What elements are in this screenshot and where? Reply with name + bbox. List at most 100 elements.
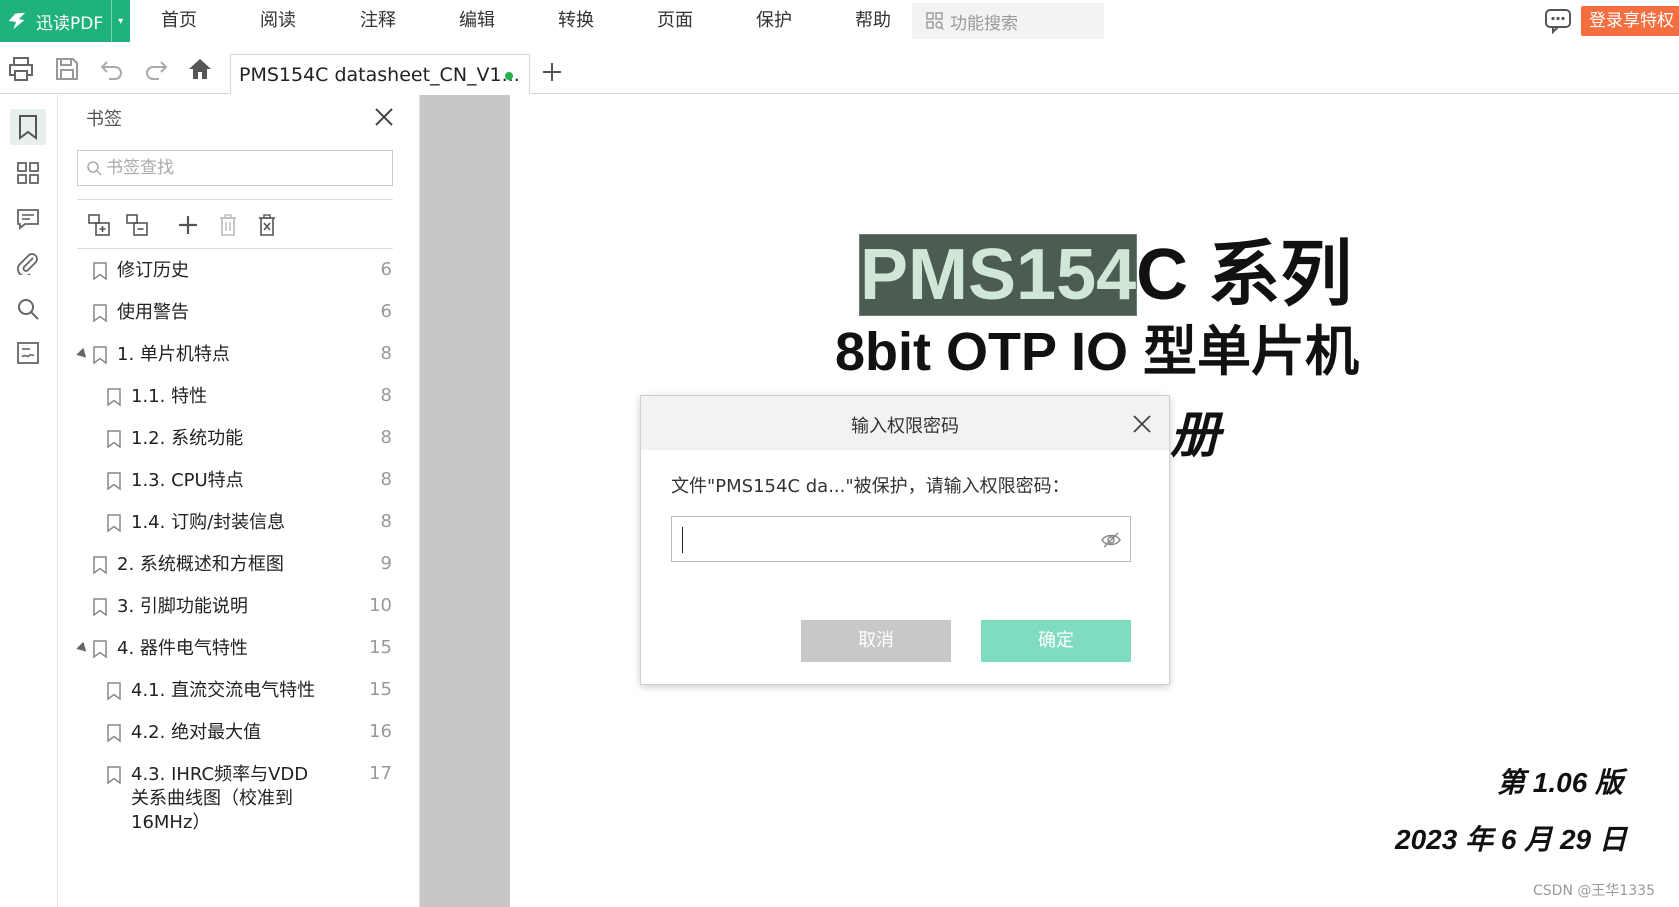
- search-icon: [87, 161, 102, 176]
- menu-bar: 迅读PDF ▾ 首页 阅读 注释 编辑 转换 页面 保护 帮助 功能搜索 登录享…: [0, 0, 1679, 42]
- bookmark-label: 1.3. CPU特点: [131, 470, 244, 491]
- bookmark-item[interactable]: 4.1. 直流交流电气特性 15: [58, 670, 418, 712]
- expand-arrow-icon[interactable]: [76, 347, 90, 362]
- confirm-button[interactable]: 确定: [981, 620, 1131, 662]
- bookmark-icon: [93, 304, 107, 323]
- bookmark-item[interactable]: 4. 器件电气特性 15: [58, 628, 418, 670]
- redo-icon[interactable]: [143, 56, 169, 82]
- bookmark-panel-icon[interactable]: [10, 109, 46, 145]
- password-dialog: 输入权限密码 文件"PMS154C da..."被保护，请输入权限密码： 取消 …: [641, 396, 1169, 684]
- chat-icon[interactable]: [1544, 8, 1572, 34]
- brand-menu-button[interactable]: 迅读PDF ▾: [0, 0, 130, 42]
- bookmark-search-input[interactable]: [106, 158, 376, 178]
- bookmark-icon: [93, 640, 107, 659]
- home-icon[interactable]: [187, 56, 213, 82]
- chevron-down-icon: ▾: [111, 0, 123, 42]
- cancel-button[interactable]: 取消: [801, 620, 951, 662]
- divider: [77, 199, 393, 200]
- close-icon[interactable]: [372, 105, 396, 129]
- panel-title: 书签: [86, 109, 122, 130]
- bookmark-icon: [107, 430, 121, 449]
- bookmark-page-number: 15: [369, 637, 392, 658]
- login-button[interactable]: 登录享特权: [1581, 6, 1679, 36]
- expand-arrow-icon[interactable]: [76, 641, 90, 656]
- menu-protect[interactable]: 保护: [756, 0, 792, 42]
- function-search-input[interactable]: 功能搜索: [912, 3, 1104, 39]
- bookmark-icon: [107, 472, 121, 491]
- password-input[interactable]: [680, 525, 1090, 553]
- grid-search-icon: [926, 12, 944, 30]
- document-version: 第 1.06 版: [1497, 767, 1624, 798]
- menu-convert[interactable]: 转换: [558, 0, 594, 42]
- bookmark-item[interactable]: 使用警告 6: [58, 292, 418, 334]
- menu-edit[interactable]: 编辑: [459, 0, 495, 42]
- bookmark-label: 3. 引脚功能说明: [117, 596, 248, 617]
- bookmark-label: 1. 单片机特点: [117, 344, 230, 365]
- bookmark-icon: [93, 262, 107, 281]
- bookmark-page-number: 9: [380, 553, 392, 574]
- signature-icon[interactable]: [10, 335, 46, 371]
- bookmark-item[interactable]: 1.2. 系统功能 8: [58, 418, 418, 460]
- bookmark-label: 4.1. 直流交流电气特性: [131, 680, 316, 701]
- bookmark-icon: [107, 766, 121, 785]
- bookmark-item[interactable]: 4.3. IHRC频率与VDD关系曲线图（校准到16MHz） 17: [58, 754, 418, 838]
- menu-read[interactable]: 阅读: [260, 0, 296, 42]
- toolbar: PMS154C datasheet_CN_V1...: [0, 42, 1679, 94]
- attachment-icon[interactable]: [10, 245, 46, 281]
- thumbnails-icon[interactable]: [10, 155, 46, 191]
- sidebar-rail: [0, 95, 58, 907]
- bookmark-item[interactable]: 2. 系统概述和方框图 9: [58, 544, 418, 586]
- bookmark-label: 2. 系统概述和方框图: [117, 554, 284, 575]
- clear-bookmarks-icon[interactable]: [254, 212, 280, 238]
- bookmark-icon: [93, 346, 107, 365]
- delete-bookmark-icon[interactable]: [215, 212, 241, 238]
- tab-document[interactable]: PMS154C datasheet_CN_V1...: [230, 54, 530, 94]
- close-icon[interactable]: [1131, 413, 1153, 435]
- bookmark-page-number: 6: [380, 301, 392, 322]
- bookmark-item[interactable]: 3. 引脚功能说明 10: [58, 586, 418, 628]
- bookmark-icon: [107, 724, 121, 743]
- bookmark-search-field[interactable]: [77, 150, 393, 186]
- add-bookmark-icon[interactable]: [175, 212, 201, 238]
- divider: [77, 248, 393, 249]
- remove-child-bookmark-icon[interactable]: [124, 212, 150, 238]
- bookmark-page-number: 15: [369, 679, 392, 700]
- document-subtitle: 8bit OTP IO 型单片机: [835, 322, 1360, 382]
- comments-icon[interactable]: [10, 201, 46, 237]
- bookmark-page-number: 8: [380, 427, 392, 448]
- bookmark-label: 4. 器件电气特性: [117, 638, 248, 659]
- document-subtitle-2: 册: [1170, 407, 1220, 463]
- tab-title: PMS154C datasheet_CN_V1...: [239, 63, 520, 86]
- bookmark-label: 4.2. 绝对最大值: [131, 722, 262, 743]
- bookmark-item[interactable]: 1. 单片机特点 8: [58, 334, 418, 376]
- bookmark-icon: [107, 388, 121, 407]
- hide-password-icon[interactable]: [1100, 529, 1122, 551]
- bookmark-label: 使用警告: [117, 302, 189, 323]
- undo-icon[interactable]: [99, 56, 125, 82]
- save-icon[interactable]: [54, 56, 80, 82]
- bookmark-item[interactable]: 1.4. 订购/封装信息 8: [58, 502, 418, 544]
- pdf-reader-app: 迅读PDF ▾ 首页 阅读 注释 编辑 转换 页面 保护 帮助 功能搜索 登录享…: [0, 0, 1679, 907]
- bookmark-icon: [93, 556, 107, 575]
- print-icon[interactable]: [8, 56, 34, 82]
- bookmark-item[interactable]: 4.2. 绝对最大值 16: [58, 712, 418, 754]
- dialog-title: 输入权限密码: [851, 416, 959, 437]
- bookmark-item[interactable]: 修订历史 6: [58, 250, 418, 292]
- bookmark-icon: [107, 514, 121, 533]
- brand-label: 迅读PDF: [36, 13, 104, 34]
- app-logo-icon: [8, 12, 26, 30]
- password-field[interactable]: [671, 516, 1131, 562]
- search-icon[interactable]: [10, 291, 46, 327]
- document-title-rest: C 系列: [1136, 235, 1353, 315]
- add-tab-icon[interactable]: [540, 60, 564, 84]
- bookmark-page-number: 16: [369, 721, 392, 742]
- bookmark-page-number: 8: [380, 343, 392, 364]
- menu-annotate[interactable]: 注释: [360, 0, 396, 42]
- bookmark-label: 4.3. IHRC频率与VDD关系曲线图（校准到16MHz）: [131, 764, 309, 833]
- bookmark-item[interactable]: 1.3. CPU特点 8: [58, 460, 418, 502]
- menu-page[interactable]: 页面: [657, 0, 693, 42]
- menu-help[interactable]: 帮助: [855, 0, 891, 42]
- menu-home[interactable]: 首页: [161, 0, 197, 42]
- add-child-bookmark-icon[interactable]: [86, 212, 112, 238]
- bookmark-item[interactable]: 1.1. 特性 8: [58, 376, 418, 418]
